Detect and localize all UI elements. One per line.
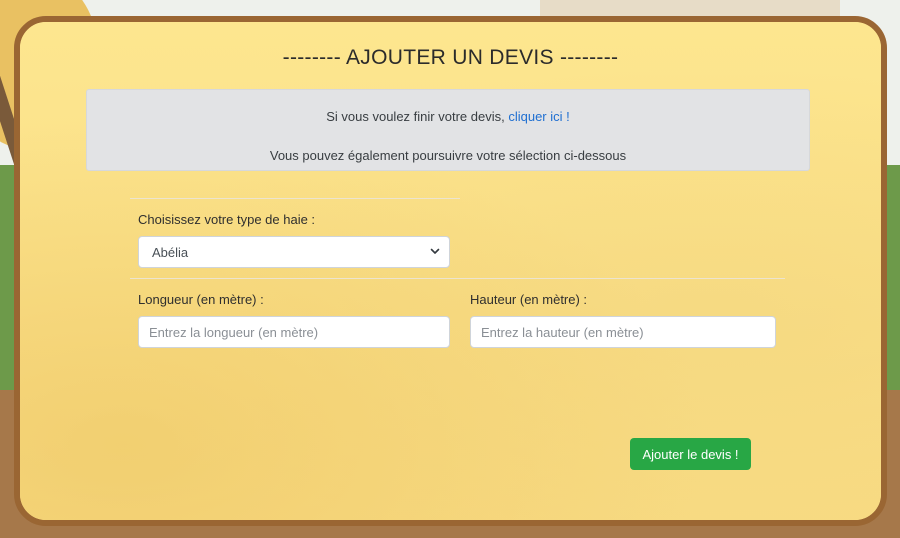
length-input[interactable]: Entrez la longueur (en mètre) [138, 316, 450, 348]
quote-card: -------- AJOUTER UN DEVIS -------- Si vo… [14, 16, 887, 526]
finish-quote-link[interactable]: cliquer ici ! [508, 109, 569, 124]
background-top-decoration [540, 0, 840, 16]
add-quote-button[interactable]: Ajouter le devis ! [630, 438, 751, 470]
length-label: Longueur (en mètre) : [138, 292, 264, 307]
divider-middle [130, 278, 785, 279]
height-label: Hauteur (en mètre) : [470, 292, 588, 307]
height-input[interactable]: Entrez la hauteur (en mètre) [470, 316, 776, 348]
page-title: -------- AJOUTER UN DEVIS -------- [282, 46, 619, 69]
chevron-down-icon [430, 248, 440, 254]
notice-continue-text: Vous pouvez également poursuivre votre s… [269, 148, 627, 163]
notice-line-finish: Si vous voulez finir votre devis, clique… [87, 109, 809, 124]
hedge-type-label: Choisissez votre type de haie : [138, 212, 316, 227]
notice-finish-text: Si vous voulez finir votre devis, [326, 109, 505, 124]
notice-box: Si vous voulez finir votre devis, clique… [86, 89, 810, 171]
divider-top [130, 198, 460, 199]
hedge-type-select[interactable]: Abélia [138, 236, 450, 268]
hedge-type-selected-value: Abélia [152, 245, 189, 260]
